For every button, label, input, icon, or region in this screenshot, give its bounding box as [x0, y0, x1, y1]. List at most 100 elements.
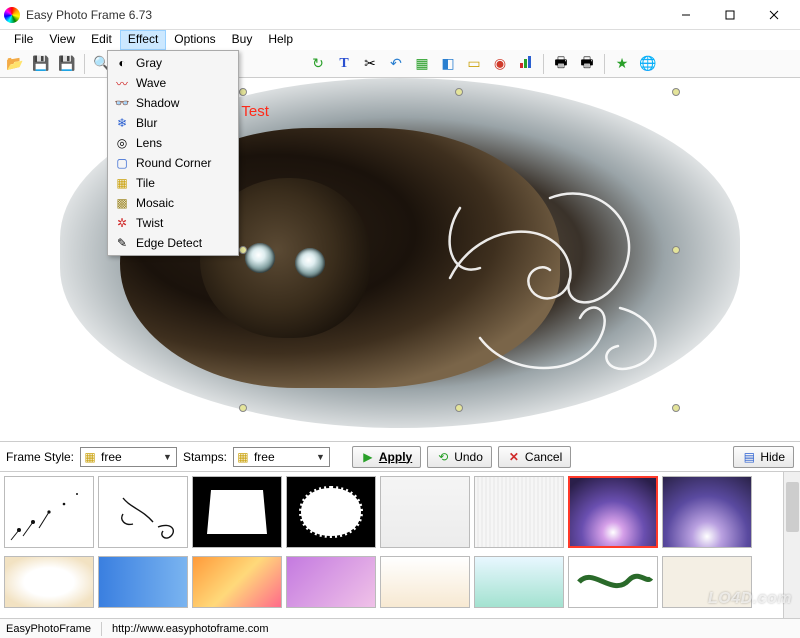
status-url[interactable]: http://www.easyphotoframe.com [112, 623, 269, 635]
web-button[interactable]: 🌐 [637, 53, 659, 75]
round-corner-icon: ▢ [114, 155, 130, 171]
frame-thumb[interactable] [568, 556, 658, 608]
frame-thumb[interactable] [286, 556, 376, 608]
fx3-button[interactable]: ▭ [463, 53, 485, 75]
fav-button[interactable]: ★ [611, 53, 633, 75]
cancel-button[interactable]: ✕ Cancel [498, 446, 571, 468]
folder-open-icon: 📂 [6, 55, 23, 72]
frame-thumb[interactable] [98, 556, 188, 608]
text-button[interactable]: T [333, 53, 355, 75]
selection-handle[interactable] [239, 404, 247, 412]
frame-thumb[interactable] [98, 476, 188, 548]
undo-button-2[interactable]: ⟲ Undo [427, 446, 492, 468]
frame-swirl-overlay [420, 158, 680, 388]
frame-style-combo[interactable]: ▦ free ▼ [80, 447, 177, 467]
menu-buy[interactable]: Buy [224, 30, 261, 50]
levels-button[interactable] [515, 53, 537, 75]
gray-icon: ◐ [114, 55, 130, 71]
effect-item-label: Gray [136, 56, 162, 70]
frame-style-label: Frame Style: [6, 450, 74, 464]
menu-view[interactable]: View [41, 30, 83, 50]
effect-tile[interactable]: ▦Tile [110, 173, 236, 193]
frame-thumb[interactable] [192, 556, 282, 608]
effect-menu-dropdown: ◐ Gray 〰Wave 👓Shadow ❄Blur ◎Lens ▢ Round C… [107, 50, 239, 256]
shadow-icon: 👓 [114, 95, 130, 111]
save-button[interactable]: 💾 [30, 53, 52, 75]
frame-thumb[interactable] [286, 476, 376, 548]
apply-label: Apply [379, 450, 412, 464]
close-icon [769, 10, 779, 20]
frame-thumb[interactable] [662, 476, 752, 548]
stamps-combo[interactable]: ▦ free ▼ [233, 447, 330, 467]
levels-icon [519, 55, 533, 72]
apply-button[interactable]: ▶ Apply [352, 446, 421, 468]
fx2-button[interactable]: ◧ [437, 53, 459, 75]
selection-handle[interactable] [672, 246, 680, 254]
effect-item-label: Wave [136, 76, 166, 90]
separator [101, 622, 102, 636]
open-button[interactable]: 📂 [4, 53, 26, 75]
window-title: Easy Photo Frame 6.73 [26, 8, 664, 22]
menu-edit[interactable]: Edit [83, 30, 120, 50]
globe-icon: 🌐 [639, 55, 656, 72]
effect-wave[interactable]: 〰Wave [110, 73, 236, 93]
status-app: EasyPhotoFrame [6, 623, 91, 635]
printset-button[interactable]: 🖶 [576, 53, 598, 75]
selection-handle[interactable] [239, 88, 247, 96]
app-logo-icon [4, 7, 20, 23]
fx2-icon: ◧ [441, 55, 454, 72]
thumbs-panel [0, 472, 800, 618]
effect-lens[interactable]: ◎Lens [110, 133, 236, 153]
menu-file[interactable]: File [6, 30, 41, 50]
frame-thumb[interactable] [4, 476, 94, 548]
separator [543, 54, 544, 74]
maximize-button[interactable] [708, 0, 752, 30]
frame-thumb[interactable] [380, 556, 470, 608]
frame-thumb[interactable] [380, 476, 470, 548]
color-button[interactable]: ◉ [489, 53, 511, 75]
effect-gray[interactable]: ◐ Gray [110, 53, 236, 73]
rotate-button[interactable]: ↻ [307, 53, 329, 75]
menu-options[interactable]: Options [166, 30, 223, 50]
frame-thumb[interactable] [192, 476, 282, 548]
minimize-button[interactable] [664, 0, 708, 30]
scrollbar-thumb[interactable] [786, 482, 799, 532]
effect-round-corner[interactable]: ▢ Round Corner [110, 153, 236, 173]
stamps-combo-icon: ▦ [236, 450, 250, 464]
selection-handle[interactable] [672, 404, 680, 412]
star-icon: ★ [616, 55, 629, 72]
frame-thumb[interactable] [474, 556, 564, 608]
selection-handle[interactable] [239, 246, 247, 254]
saveas-button[interactable]: 💾 [56, 53, 78, 75]
effect-shadow[interactable]: 👓Shadow [110, 93, 236, 113]
text-icon: T [339, 56, 348, 72]
undo-icon: ↶ [390, 55, 402, 72]
hide-button[interactable]: ▤ Hide [733, 446, 794, 468]
undo-button[interactable]: ↶ [385, 53, 407, 75]
fx-icon: ▦ [415, 55, 428, 72]
separator [84, 54, 85, 74]
effect-blur[interactable]: ❄Blur [110, 113, 236, 133]
effect-twist[interactable]: ✲Twist [110, 213, 236, 233]
twist-icon: ✲ [114, 215, 130, 231]
effect-edge-detect[interactable]: ✎Edge Detect [110, 233, 236, 253]
menu-effect[interactable]: Effect [120, 30, 166, 50]
close-button[interactable] [752, 0, 796, 30]
fx1-button[interactable]: ▦ [411, 53, 433, 75]
effect-mosaic[interactable]: ▩Mosaic [110, 193, 236, 213]
chevron-down-icon: ▼ [314, 452, 327, 462]
frame-thumb-selected[interactable] [568, 476, 658, 548]
frame-style-value: free [101, 450, 157, 464]
print-button[interactable]: 🖶 [550, 53, 572, 75]
play-icon: ▶ [361, 450, 375, 464]
selection-handle[interactable] [455, 404, 463, 412]
frame-thumb[interactable] [4, 556, 94, 608]
effect-item-label: Round Corner [136, 156, 211, 170]
undo-icon: ⟲ [436, 450, 450, 464]
selection-handle[interactable] [455, 88, 463, 96]
menu-help[interactable]: Help [260, 30, 301, 50]
save-icon: 💾 [32, 55, 49, 72]
crop-button[interactable]: ✂ [359, 53, 381, 75]
frame-thumb[interactable] [474, 476, 564, 548]
selection-handle[interactable] [672, 88, 680, 96]
